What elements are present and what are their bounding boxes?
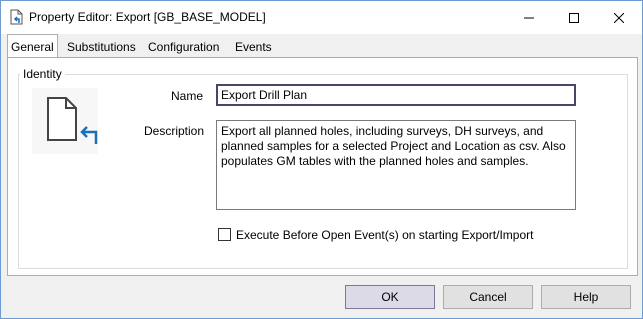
minimize-icon — [524, 17, 534, 18]
maximize-button[interactable] — [551, 1, 597, 34]
close-button[interactable] — [596, 1, 642, 34]
description-label: Description — [144, 124, 205, 138]
description-field[interactable]: Export all planned holes, including surv… — [216, 120, 576, 210]
maximize-icon — [569, 12, 579, 23]
property-editor-window: Property Editor: Export [GB_BASE_MODEL] … — [0, 0, 643, 319]
document-export-icon — [10, 9, 24, 25]
tab-events[interactable]: Events — [235, 36, 272, 58]
close-icon — [614, 12, 624, 23]
identity-group-label: Identity — [20, 67, 65, 81]
general-tab-panel: Identity Name Description Export all pla… — [7, 57, 638, 276]
ok-button[interactable]: OK — [345, 285, 435, 309]
execute-before-open-label[interactable]: Execute Before Open Event(s) on starting… — [236, 228, 533, 242]
document-export-icon — [32, 88, 98, 154]
tab-strip: General Substitutions Configuration Even… — [1, 34, 642, 58]
help-button[interactable]: Help — [541, 285, 631, 309]
name-label: Name — [171, 89, 204, 103]
window-title: Property Editor: Export [GB_BASE_MODEL] — [29, 10, 266, 24]
cancel-button[interactable]: Cancel — [443, 285, 533, 309]
execute-before-open-checkbox[interactable] — [218, 228, 231, 241]
name-field[interactable] — [216, 84, 576, 106]
tab-general[interactable]: General — [7, 34, 58, 58]
tab-configuration[interactable]: Configuration — [148, 36, 219, 58]
title-bar[interactable]: Property Editor: Export [GB_BASE_MODEL] — [1, 1, 642, 34]
minimize-button[interactable] — [506, 1, 552, 34]
tab-substitutions[interactable]: Substitutions — [67, 36, 136, 58]
